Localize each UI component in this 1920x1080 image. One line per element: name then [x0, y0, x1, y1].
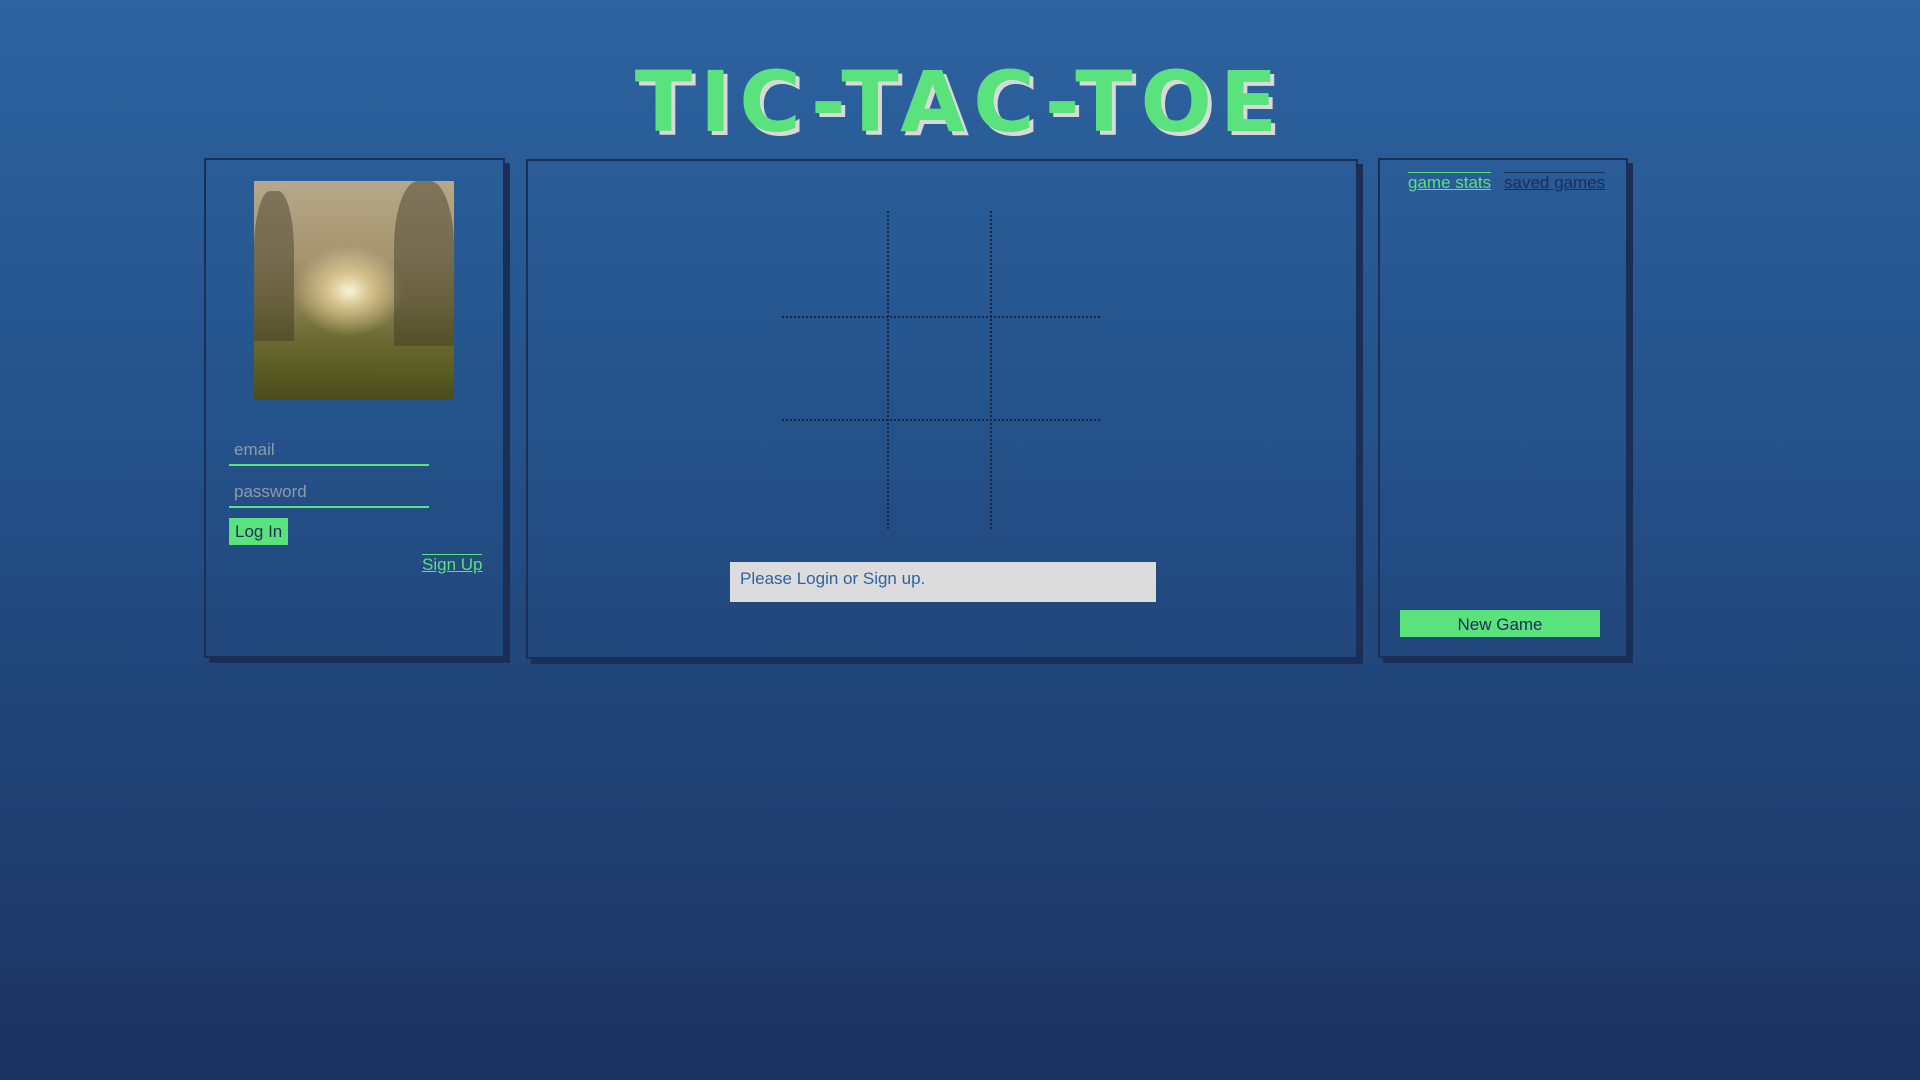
board-cell[interactable]: [994, 423, 1098, 527]
board-grid-line: [782, 316, 1100, 318]
new-game-button[interactable]: New Game: [1400, 610, 1600, 637]
board-cell[interactable]: [889, 211, 993, 315]
game-board: [782, 211, 1100, 529]
board-cell[interactable]: [782, 423, 886, 527]
tab-saved-games[interactable]: saved games: [1504, 172, 1606, 193]
sign-up-link[interactable]: Sign Up: [422, 554, 483, 575]
side-panel: game stats saved games New Game: [1378, 158, 1628, 658]
status-message: Please Login or Sign up.: [730, 562, 1156, 602]
tab-game-stats[interactable]: game stats: [1408, 172, 1492, 193]
email-field[interactable]: [229, 436, 429, 466]
login-panel: Log In Sign Up: [204, 158, 505, 658]
board-grid-line: [887, 211, 889, 529]
board-cell[interactable]: [782, 211, 886, 315]
page-title: TIC-TAC-TOE: [634, 53, 1286, 151]
board-cell[interactable]: [782, 318, 886, 422]
profile-photo: [254, 181, 454, 400]
login-button[interactable]: Log In: [229, 518, 289, 545]
board-grid-line: [782, 419, 1100, 421]
board-cell[interactable]: [889, 318, 993, 422]
game-panel: Please Login or Sign up.: [526, 159, 1358, 659]
board-cell[interactable]: [889, 423, 993, 527]
board-grid-line: [990, 211, 992, 529]
board-cell[interactable]: [994, 211, 1098, 315]
board-cell[interactable]: [994, 318, 1098, 422]
password-field[interactable]: [229, 478, 429, 508]
